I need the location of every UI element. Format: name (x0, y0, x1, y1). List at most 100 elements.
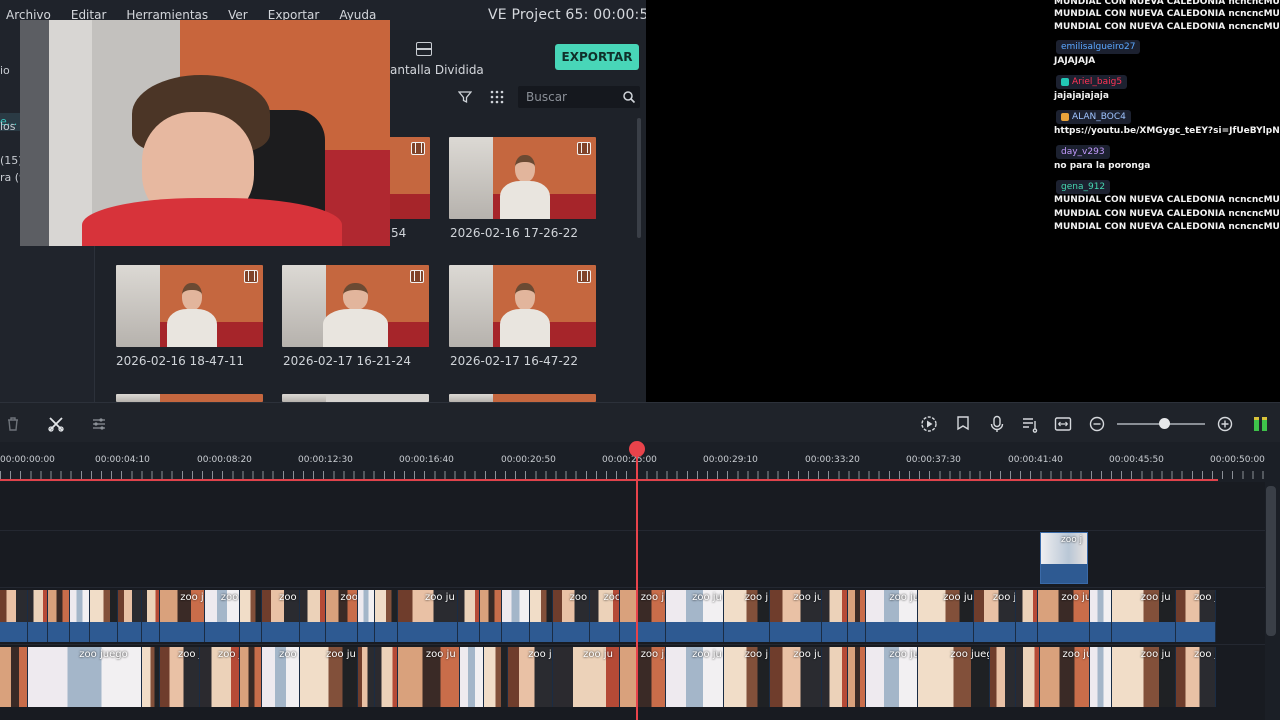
timeline-clip[interactable] (990, 647, 1016, 707)
timeline-clip[interactable]: zoo j (262, 647, 300, 707)
timeline-clip[interactable] (848, 647, 866, 707)
timeline-clip[interactable] (48, 590, 70, 642)
timeline-clip[interactable]: zoo j (262, 590, 300, 642)
timeline-clip[interactable]: zoo ju (724, 590, 770, 642)
media-scrollbar[interactable] (637, 118, 641, 238)
timeline-clip[interactable] (530, 590, 553, 642)
timeline-clip[interactable]: zoo j (1040, 532, 1088, 584)
timeline-clip[interactable] (0, 590, 28, 642)
timeline-clip[interactable]: zoo ju (620, 590, 666, 642)
timeline-clip[interactable]: zoo j (1176, 590, 1216, 642)
timeline-clip[interactable]: zoo ju (398, 590, 458, 642)
grid-view-icon[interactable] (490, 90, 504, 104)
filter-icon[interactable] (458, 90, 472, 104)
timeline-clip[interactable] (1090, 647, 1112, 707)
timeline-clip[interactable] (90, 590, 118, 642)
timeline-clip[interactable]: zoo j (974, 590, 1016, 642)
clip-title: zoo j (220, 592, 239, 603)
clip-frame (240, 647, 261, 707)
zoom-in-icon[interactable] (1216, 415, 1234, 433)
media-thumbnail[interactable] (449, 394, 596, 402)
timeline-clip[interactable]: zoo j (1176, 647, 1216, 707)
media-thumbnail[interactable] (449, 265, 596, 347)
cut-icon[interactable] (47, 415, 65, 433)
preview-player[interactable] (646, 30, 1050, 402)
timeline-clip[interactable]: zoo ju (1112, 590, 1176, 642)
audio-meter-icon[interactable] (1252, 414, 1270, 432)
timeline-clip[interactable] (118, 590, 142, 642)
media-thumbnail[interactable] (449, 137, 596, 219)
timeline-clip[interactable]: zoo ju (866, 590, 918, 642)
timeline-clip[interactable]: zoo ju (1040, 647, 1090, 707)
timeline-clip[interactable] (480, 590, 502, 642)
timeline-clip[interactable]: zoo j (553, 590, 590, 642)
timeline-clip[interactable] (142, 590, 160, 642)
timeline-clip[interactable]: zoo ju (1038, 590, 1090, 642)
timeline-clip[interactable] (1016, 647, 1040, 707)
timeline-clip[interactable]: zoo ju (666, 590, 724, 642)
timeline-clip[interactable]: zoo j (160, 647, 200, 707)
timeline-clip[interactable]: zoo ju (300, 647, 358, 707)
timeline-clip[interactable] (484, 647, 508, 707)
timeline-clip[interactable]: zoo ju (1112, 647, 1176, 707)
search-icon[interactable] (622, 90, 636, 104)
export-button[interactable]: EXPORTAR (555, 44, 639, 70)
timeline-clip[interactable]: zoo ju (724, 647, 770, 707)
timeline-clip[interactable]: zoo ju (770, 647, 822, 707)
media-thumbnail[interactable] (116, 265, 263, 347)
timeline-clip[interactable]: zoo juego (918, 647, 990, 707)
timeline-clip[interactable] (848, 590, 866, 642)
media-thumbnail[interactable] (282, 394, 429, 402)
timeline-clip[interactable] (460, 647, 484, 707)
timeline-clip[interactable] (1016, 590, 1038, 642)
render-preview-icon[interactable] (920, 415, 938, 433)
split-screen-tab[interactable]: antalla Dividida (390, 63, 484, 77)
timeline-clip[interactable] (502, 590, 530, 642)
timeline-clip[interactable]: zoo juego (28, 647, 142, 707)
timeline-clip[interactable]: zoo j (326, 590, 358, 642)
timeline-clip[interactable]: zoo ju (666, 647, 724, 707)
timeline-clip[interactable]: zoo j (590, 590, 620, 642)
zoom-slider-handle[interactable] (1159, 418, 1170, 429)
timeline-clip[interactable] (822, 647, 848, 707)
timeline-clip[interactable] (358, 647, 375, 707)
timeline-clip[interactable] (375, 590, 398, 642)
search-input[interactable] (526, 88, 622, 106)
timeline-clip[interactable]: zoo ju (553, 647, 620, 707)
sidebar-item-project[interactable]: io (0, 64, 10, 77)
timeline-clip[interactable] (300, 590, 326, 642)
timeline-clip[interactable]: zoo ju (866, 647, 918, 707)
timeline-clip[interactable] (375, 647, 398, 707)
media-thumbnail[interactable] (116, 394, 263, 402)
timeline-clip[interactable]: zoo j (205, 590, 240, 642)
timeline-clip[interactable]: zoo j (508, 647, 553, 707)
timeline-clip[interactable]: zoo ju (620, 647, 666, 707)
fit-timeline-icon[interactable] (1054, 415, 1072, 433)
marker-icon[interactable] (954, 415, 972, 433)
timeline-clip[interactable] (822, 590, 848, 642)
timeline-clip[interactable] (240, 647, 262, 707)
timeline-clip[interactable] (70, 590, 90, 642)
zoom-out-icon[interactable] (1088, 415, 1106, 433)
timeline-vertical-scrollbar[interactable] (1266, 486, 1276, 636)
adjust-icon[interactable] (90, 415, 108, 433)
timeline-clip[interactable] (240, 590, 262, 642)
media-thumbnail[interactable] (282, 265, 429, 347)
timeline-clip[interactable] (0, 647, 28, 707)
timeline-clip[interactable]: zoo ju (398, 647, 460, 707)
timeline-clip[interactable]: zoo j (200, 647, 240, 707)
timeline-clip[interactable] (28, 590, 48, 642)
playhead-handle[interactable] (629, 441, 645, 458)
microphone-icon[interactable] (988, 415, 1006, 433)
timeline-clip[interactable]: zoo j (160, 590, 205, 642)
delete-icon[interactable] (4, 415, 22, 433)
timeline-clip[interactable]: zoo ju (918, 590, 974, 642)
timeline-clip[interactable] (458, 590, 480, 642)
clip-frame (0, 647, 27, 707)
timeline-clip[interactable] (142, 647, 160, 707)
voiceover-list-icon[interactable] (1021, 415, 1039, 433)
timeline-clip[interactable] (358, 590, 375, 642)
timeline-clip[interactable] (1090, 590, 1112, 642)
split-screen-icon[interactable] (416, 42, 432, 56)
timeline-clip[interactable]: zoo ju (770, 590, 822, 642)
